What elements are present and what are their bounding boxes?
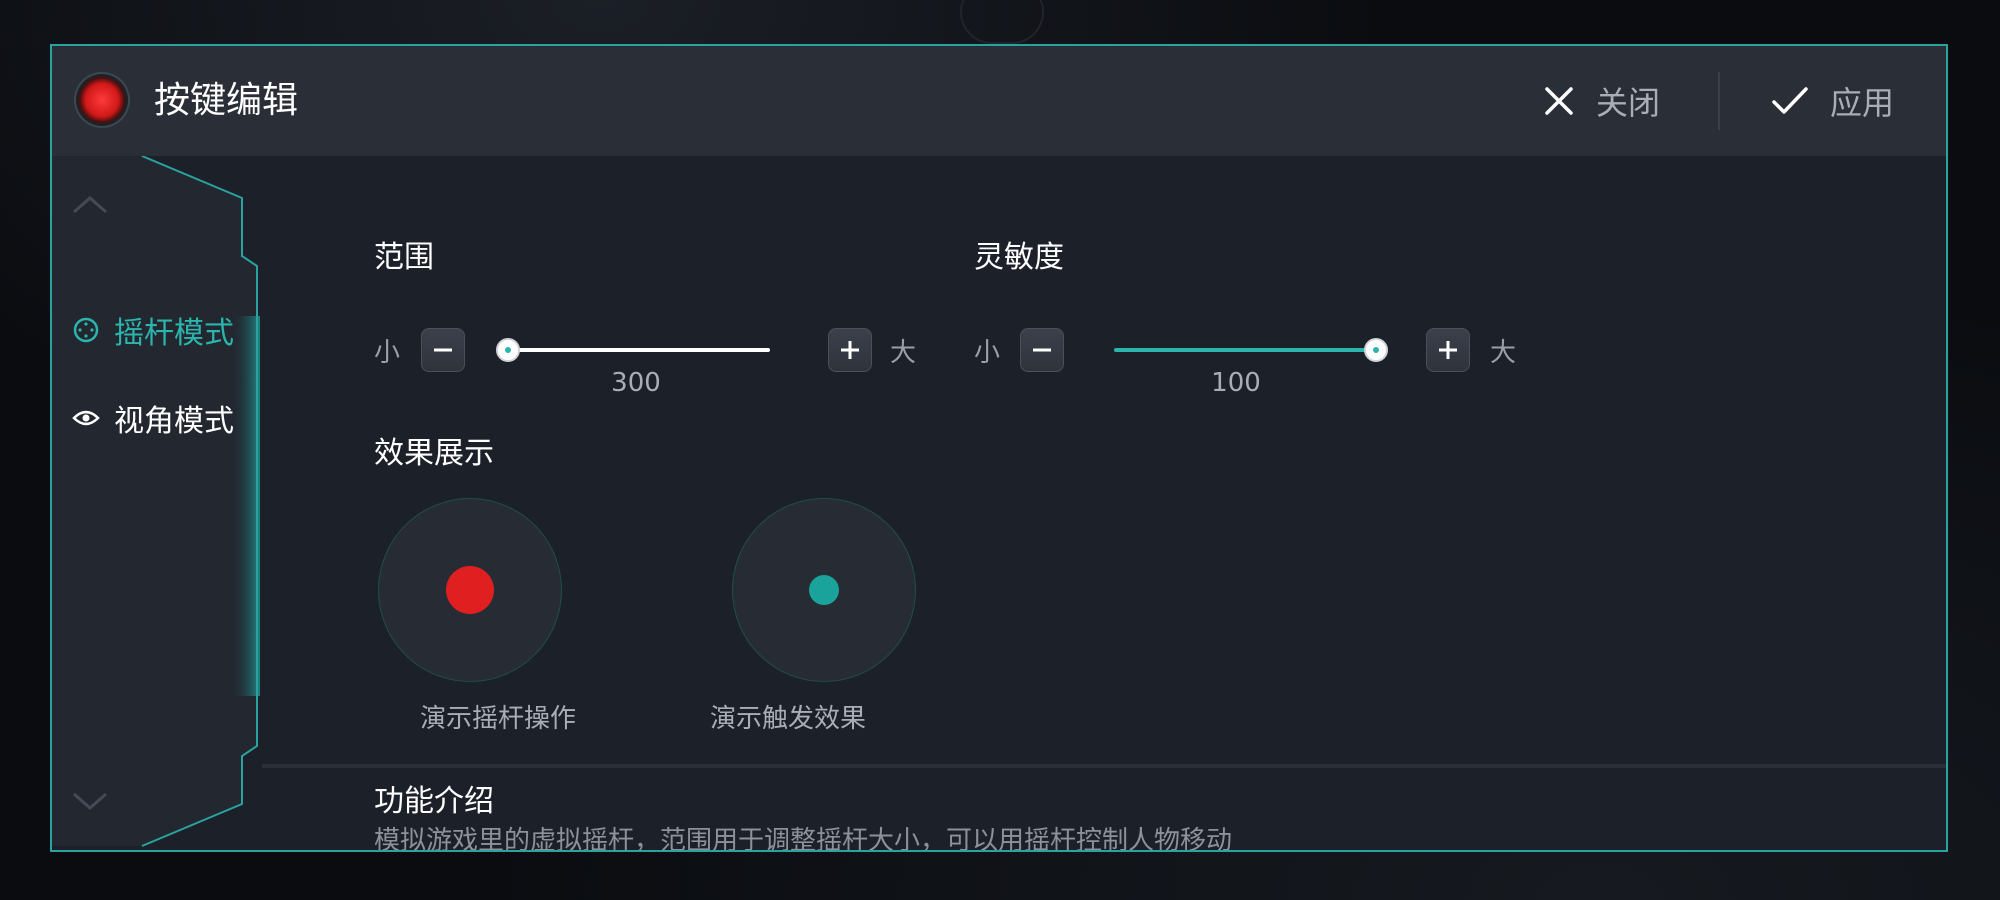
sidebar-item-view-mode[interactable]: 视角模式: [72, 396, 234, 440]
sensitivity-title: 灵敏度: [974, 240, 1064, 275]
range-title: 范围: [374, 240, 434, 275]
sensitivity-slider-thumb[interactable]: [1364, 338, 1388, 362]
dialog-title: 按键编辑: [154, 80, 299, 121]
trigger-dot: [809, 575, 839, 605]
check-icon: [1772, 87, 1808, 114]
range-max-label: 大: [890, 338, 917, 368]
sidebar-item-label: 视角模式: [114, 404, 234, 439]
effects-title: 效果展示: [374, 436, 494, 471]
chevron-up-icon: [73, 196, 107, 214]
demo-joystick-button[interactable]: [378, 498, 562, 682]
sensitivity-value: 100: [1211, 368, 1261, 398]
sidebar-item-label: 摇杆模式: [114, 316, 234, 351]
sidebar-scroll-down-button[interactable]: [70, 786, 110, 816]
apply-label: 应用: [1830, 84, 1895, 122]
demo-trigger-button[interactable]: [732, 498, 916, 682]
key-edit-dialog: 按键编辑 关闭 应用 摇杆模式 视角模式 范围 小 300 大 灵敏度 小 10…: [50, 44, 1948, 852]
plus-icon: [841, 341, 859, 359]
sidebar-item-joystick-mode[interactable]: 摇杆模式: [72, 308, 234, 352]
sensitivity-slider-track[interactable]: [1114, 348, 1376, 352]
close-icon: [1545, 87, 1573, 115]
joystick-icon: [73, 317, 99, 343]
chevron-down-icon: [73, 792, 107, 810]
sidebar-frame: [52, 156, 260, 847]
range-value: 300: [611, 368, 661, 398]
sensitivity-min-label: 小: [974, 338, 1001, 368]
close-button[interactable]: 关闭: [1544, 76, 1660, 126]
intro-text: 模拟游戏里的虚拟摇杆，范围用于调整摇杆大小，可以用摇杆控制人物移动: [374, 826, 1233, 852]
range-slider-thumb[interactable]: [496, 338, 520, 362]
minus-icon: [1033, 348, 1051, 352]
intro-title: 功能介绍: [374, 784, 494, 819]
sensitivity-max-label: 大: [1490, 338, 1517, 368]
sidebar-scroll-up-button[interactable]: [70, 190, 110, 220]
plus-icon: [1439, 341, 1457, 359]
apply-button[interactable]: 应用: [1772, 76, 1894, 126]
dialog-header: 按键编辑 关闭 应用: [52, 46, 1946, 156]
eye-icon: [72, 410, 100, 426]
range-decrease-button[interactable]: [421, 328, 465, 372]
section-divider: [262, 764, 1946, 768]
joystick-knob: [446, 566, 494, 614]
close-label: 关闭: [1596, 84, 1661, 122]
range-slider-track[interactable]: [508, 348, 770, 352]
mode-sidebar: 摇杆模式 视角模式: [52, 156, 262, 850]
app-logo-icon: [76, 74, 128, 126]
range-min-label: 小: [374, 338, 401, 368]
sensitivity-increase-button[interactable]: [1426, 328, 1470, 372]
demo-joystick-label: 演示摇杆操作: [420, 704, 577, 734]
header-divider: [1718, 72, 1720, 130]
demo-trigger-label: 演示触发效果: [710, 704, 867, 734]
minus-icon: [434, 348, 452, 352]
collapse-handle[interactable]: [960, 0, 1044, 44]
range-increase-button[interactable]: [828, 328, 872, 372]
sensitivity-decrease-button[interactable]: [1020, 328, 1064, 372]
